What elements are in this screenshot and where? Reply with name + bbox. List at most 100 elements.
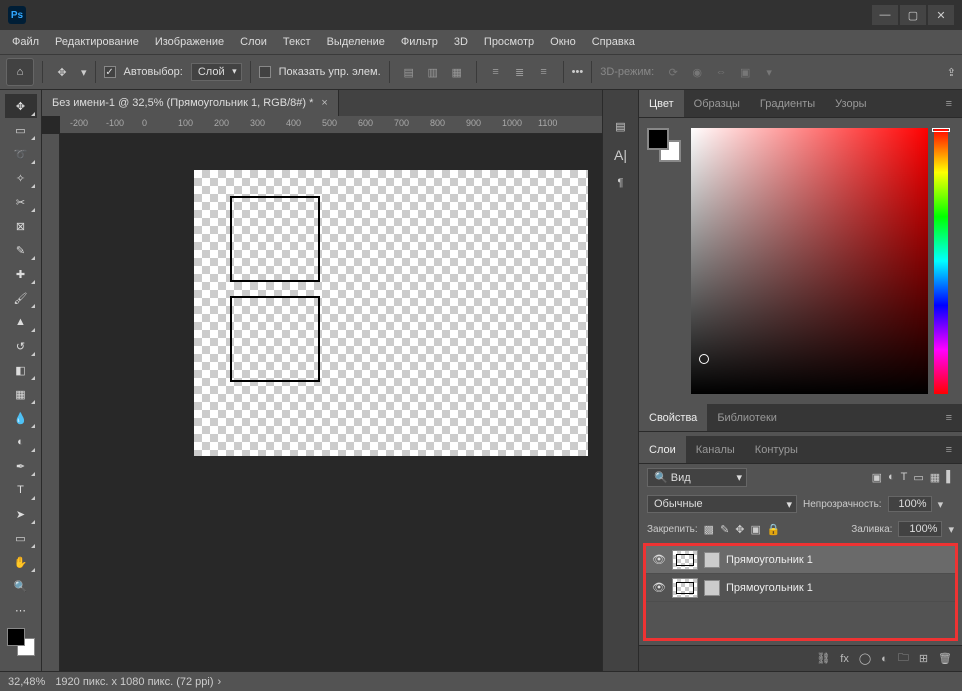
- filter-image-icon[interactable]: ▣: [872, 471, 882, 484]
- link-layers-icon[interactable]: ⛓: [816, 652, 830, 665]
- align-bottom-icon[interactable]: ≡: [533, 61, 555, 83]
- filter-toggle-icon[interactable]: ▌: [946, 471, 954, 484]
- tab-gradients[interactable]: Градиенты: [750, 90, 825, 117]
- layer-thumbnail[interactable]: [672, 578, 698, 598]
- text-tool[interactable]: T: [5, 478, 37, 502]
- tab-layers[interactable]: Слои: [639, 436, 686, 463]
- visibility-icon[interactable]: 👁: [652, 553, 666, 566]
- layer-name[interactable]: Прямоугольник 1: [726, 582, 813, 594]
- lock-transparent-icon[interactable]: ▩: [704, 523, 714, 536]
- align-middle-icon[interactable]: ≣: [509, 61, 531, 83]
- canvas-viewport[interactable]: -200 -100 0 100 200 300 400 500 600 700 …: [42, 116, 602, 671]
- adjustment-layer-icon[interactable]: ◐: [881, 653, 888, 665]
- new-layer-icon[interactable]: ⊞: [919, 652, 928, 665]
- layer-row[interactable]: 👁 Прямоугольник 1: [646, 546, 955, 574]
- chevron-down-icon[interactable]: ▾: [948, 523, 954, 536]
- group-layers-icon[interactable]: 🗀: [898, 649, 909, 668]
- shape-fill-thumb[interactable]: [704, 552, 720, 568]
- chevron-right-icon[interactable]: ›: [218, 676, 222, 688]
- color-swatch-toolbar[interactable]: [7, 628, 35, 656]
- panel-menu-icon[interactable]: ≡: [936, 436, 962, 463]
- history-panel-icon[interactable]: ▤: [615, 120, 625, 133]
- color-swatch-pair[interactable]: [647, 128, 681, 162]
- 3d-cam-icon[interactable]: ▣: [734, 61, 756, 83]
- tab-properties[interactable]: Свойства: [639, 404, 707, 431]
- wand-tool[interactable]: ✧: [5, 166, 37, 190]
- stamp-tool[interactable]: ▲: [5, 310, 37, 334]
- delete-layer-icon[interactable]: 🗑: [938, 652, 952, 665]
- move-tool[interactable]: ✥: [5, 94, 37, 118]
- foreground-swatch[interactable]: [7, 628, 25, 646]
- home-button[interactable]: ⌂: [6, 58, 34, 86]
- pen-tool[interactable]: ✒: [5, 454, 37, 478]
- close-button[interactable]: ✕: [928, 5, 954, 25]
- more-options-icon[interactable]: •••: [572, 66, 584, 78]
- menu-image[interactable]: Изображение: [147, 30, 232, 54]
- panel-menu-icon[interactable]: ≡: [936, 404, 962, 431]
- 3d-slide-icon[interactable]: ⇔: [710, 61, 732, 83]
- align-right-icon[interactable]: ▦: [446, 61, 468, 83]
- color-field[interactable]: [691, 128, 928, 394]
- chevron-down-icon[interactable]: ▾: [81, 66, 87, 79]
- paragraph-panel-icon[interactable]: ¶: [618, 177, 624, 189]
- lock-brush-icon[interactable]: ✎: [720, 523, 729, 536]
- align-top-icon[interactable]: ≡: [485, 61, 507, 83]
- menu-layers[interactable]: Слои: [232, 30, 275, 54]
- gradient-tool[interactable]: ▦: [5, 382, 37, 406]
- opacity-input[interactable]: 100%: [888, 496, 932, 512]
- layer-fx-icon[interactable]: fx: [840, 653, 849, 665]
- lock-all-icon[interactable]: 🔒: [767, 523, 781, 536]
- menu-help[interactable]: Справка: [584, 30, 643, 54]
- autoselect-mode-select[interactable]: Слой: [191, 63, 242, 81]
- heal-tool[interactable]: ✚: [5, 262, 37, 286]
- hue-slider[interactable]: [934, 128, 948, 394]
- blend-mode-select[interactable]: Обычные: [647, 495, 797, 513]
- lasso-tool[interactable]: ➰: [5, 142, 37, 166]
- panel-menu-icon[interactable]: ≡: [936, 90, 962, 117]
- tab-swatches[interactable]: Образцы: [684, 90, 750, 117]
- tab-libraries[interactable]: Библиотеки: [707, 404, 787, 431]
- eyedropper-tool[interactable]: ✎: [5, 238, 37, 262]
- document-tab[interactable]: Без имени-1 @ 32,5% (Прямоугольник 1, RG…: [42, 90, 339, 116]
- tab-channels[interactable]: Каналы: [686, 436, 745, 463]
- menu-view[interactable]: Просмотр: [476, 30, 542, 54]
- menu-file[interactable]: Файл: [4, 30, 47, 54]
- tab-paths[interactable]: Контуры: [745, 436, 808, 463]
- doc-info[interactable]: 1920 пикс. x 1080 пикс. (72 ppi): [55, 676, 213, 688]
- layer-row[interactable]: 👁 Прямоугольник 1: [646, 574, 955, 602]
- foreground-color[interactable]: [647, 128, 669, 150]
- layer-name[interactable]: Прямоугольник 1: [726, 554, 813, 566]
- char-panel-icon[interactable]: A|: [614, 147, 627, 163]
- layer-mask-icon[interactable]: ◯: [859, 652, 871, 665]
- fill-input[interactable]: 100%: [898, 521, 942, 537]
- close-tab-icon[interactable]: ×: [321, 97, 327, 109]
- autoselect-checkbox[interactable]: [104, 66, 116, 78]
- 3d-scale-icon[interactable]: ▾: [758, 61, 780, 83]
- shape-rect-2[interactable]: [230, 296, 320, 382]
- tab-patterns[interactable]: Узоры: [825, 90, 876, 117]
- chevron-down-icon[interactable]: ▾: [938, 498, 944, 511]
- dodge-tool[interactable]: ◐: [5, 430, 37, 454]
- menu-filter[interactable]: Фильтр: [393, 30, 446, 54]
- crop-tool[interactable]: ✂: [5, 190, 37, 214]
- path-select-tool[interactable]: ➤: [5, 502, 37, 526]
- minimize-button[interactable]: —: [872, 5, 898, 25]
- shape-rect-1[interactable]: [230, 196, 320, 282]
- shape-tool[interactable]: ▭: [5, 526, 37, 550]
- edit-toolbar[interactable]: ⋯: [5, 598, 37, 622]
- zoom-level[interactable]: 32,48%: [8, 676, 45, 688]
- brush-tool[interactable]: 🖌: [5, 286, 37, 310]
- blur-tool[interactable]: 💧: [5, 406, 37, 430]
- lock-nest-icon[interactable]: ▣: [751, 523, 761, 536]
- eraser-tool[interactable]: ◧: [5, 358, 37, 382]
- menu-select[interactable]: Выделение: [319, 30, 393, 54]
- zoom-tool[interactable]: 🔍: [5, 574, 37, 598]
- hand-tool[interactable]: ✋: [5, 550, 37, 574]
- layer-kind-filter[interactable]: 🔍 Вид: [647, 468, 747, 487]
- align-left-icon[interactable]: ▤: [398, 61, 420, 83]
- frame-tool[interactable]: ⊠: [5, 214, 37, 238]
- maximize-button[interactable]: ▢: [900, 5, 926, 25]
- 3d-pan-icon[interactable]: ◉: [686, 61, 708, 83]
- marquee-tool[interactable]: ▭: [5, 118, 37, 142]
- history-brush-tool[interactable]: ↺: [5, 334, 37, 358]
